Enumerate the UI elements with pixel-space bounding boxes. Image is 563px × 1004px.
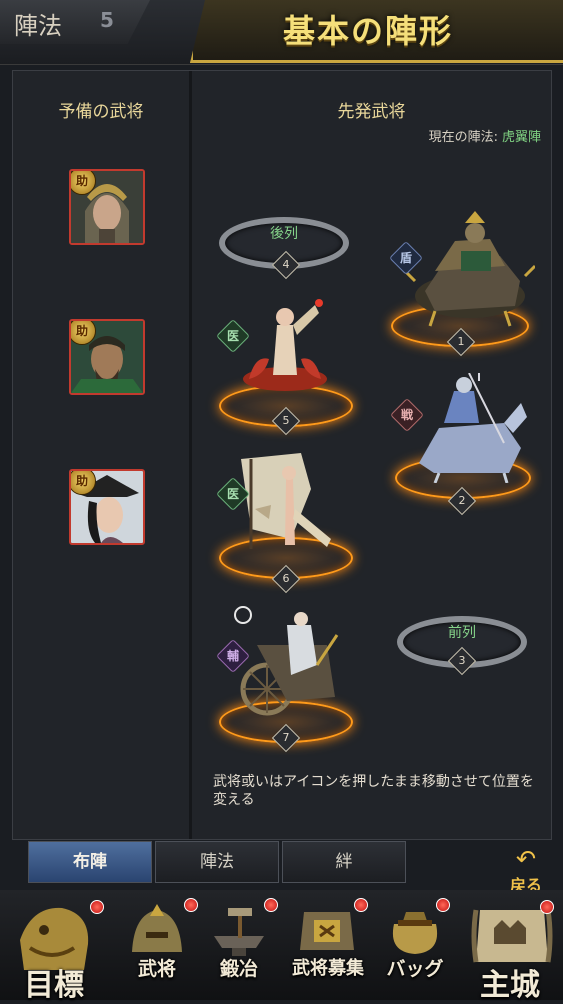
support-chariot-unit[interactable]	[227, 605, 343, 721]
tab-formation-layout[interactable]: 布陣	[28, 841, 152, 883]
helmet-icon	[132, 904, 182, 952]
back-row-label: 後列	[270, 226, 298, 242]
nav-goals[interactable]: 目標	[4, 894, 104, 1003]
nav-main-castle[interactable]: 主城	[460, 894, 560, 1003]
page-title-banner: 基本の陣形	[190, 0, 563, 63]
nav-recruit-label: 武将募集	[292, 958, 364, 979]
menu-title: 陣法	[14, 12, 62, 40]
current-formation: 現在の陣法: 虎翼陣	[429, 126, 541, 145]
reserve-title: 予備の武将	[58, 102, 144, 122]
page-title: 基本の陣形	[283, 12, 454, 50]
front-row-label: 前列	[448, 625, 476, 641]
bag-icon	[392, 912, 438, 954]
notification-dot	[540, 900, 554, 914]
panel-divider	[189, 71, 192, 839]
current-formation-label: 現在の陣法:	[428, 130, 498, 145]
battle-cavalry-unit[interactable]	[409, 373, 529, 483]
notification-dot	[264, 898, 278, 912]
notification-dot	[354, 898, 368, 912]
recruit-token-icon	[300, 912, 354, 950]
nav-bag[interactable]: バッグ	[374, 896, 456, 986]
current-formation-value: 虎翼陣	[501, 130, 541, 145]
nav-bag-label: バッグ	[386, 958, 444, 980]
anvil-hammer-icon	[214, 908, 264, 956]
nav-recruit[interactable]: 武将募集	[284, 896, 372, 986]
reserve-general-portrait[interactable]: 助	[69, 319, 145, 395]
nav-main-castle-label: 主城	[480, 968, 540, 1003]
reserve-general-portrait[interactable]: 助	[69, 169, 145, 245]
notification-dot	[184, 898, 198, 912]
nav-forge[interactable]: 鍛冶	[200, 896, 278, 986]
healer-general-unit[interactable]	[235, 295, 335, 395]
notification-dot	[436, 898, 450, 912]
tab-bonds[interactable]: 絆	[282, 841, 406, 883]
nav-generals[interactable]: 武将	[118, 896, 198, 986]
tab-formation-method[interactable]: 陣法	[155, 841, 279, 883]
banner-healer-unit[interactable]	[231, 449, 341, 561]
nav-forge-label: 鍛冶	[219, 958, 258, 980]
formation-panel: 予備の武将 先発武将 現在の陣法: 虎翼陣 助 助 助 後列 4 盾 1 医 5…	[12, 70, 552, 840]
nav-goals-label: 目標	[24, 968, 84, 1003]
reserve-general-portrait[interactable]: 助	[69, 469, 145, 545]
shield-cavalry-unit[interactable]	[405, 211, 535, 331]
bottom-nav: 目標 武将 鍛冶 武将募集 バッグ 主城	[0, 890, 563, 1003]
notification-dot	[90, 900, 104, 914]
top-header: 陣法 5 基本の陣形	[0, 0, 563, 65]
starter-title: 先発武将	[337, 102, 406, 122]
nav-generals-label: 武将	[137, 958, 176, 980]
menu-emblem-icon: 5	[100, 8, 114, 32]
instruction-hint: 武将或いはアイコンを押したまま移動させて位置を変える	[213, 774, 534, 808]
return-arrow-icon: ↶	[515, 845, 537, 873]
formation-menu-tab[interactable]: 陣法 5	[0, 0, 150, 44]
back-button[interactable]: ↶ 戻る	[500, 846, 552, 896]
